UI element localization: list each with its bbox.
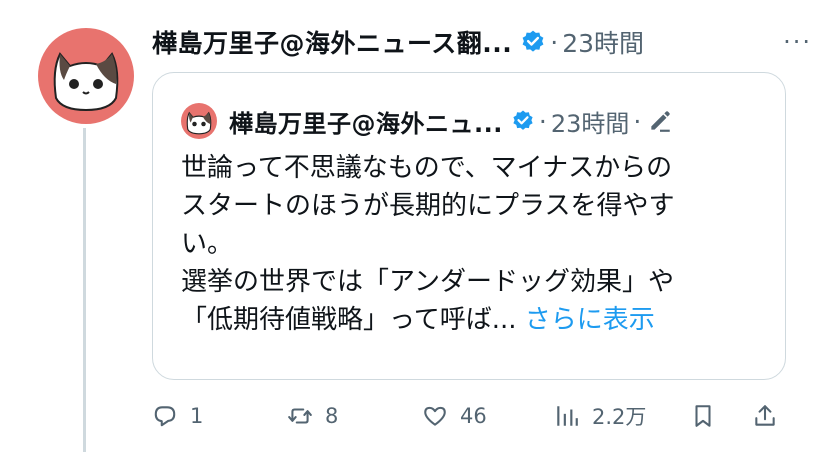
quoted-text-truncated: 「低期待値戦略」って呼ば... bbox=[181, 305, 517, 335]
quoted-author-name: 樺島万里子@海外ニュ... bbox=[229, 109, 503, 138]
share-icon bbox=[755, 405, 775, 426]
share-button[interactable] bbox=[752, 396, 778, 436]
repost-icon bbox=[288, 408, 312, 424]
verified-badge-icon bbox=[513, 110, 533, 130]
post-header: 樺島万里子@海外ニュース翻... · 23時間 ··· bbox=[152, 22, 818, 62]
edit-pencil-icon bbox=[651, 111, 671, 132]
separator-dot: · bbox=[633, 106, 642, 136]
post-time[interactable]: 23時間 bbox=[562, 24, 644, 60]
separator-dot: · bbox=[550, 27, 559, 57]
action-bar: 1 8 46 2.2万 bbox=[152, 396, 792, 436]
reply-count: 1 bbox=[190, 404, 204, 428]
thread-line bbox=[83, 128, 86, 452]
views-icon bbox=[557, 406, 578, 426]
quoted-post-text: 世論って不思議なもので、マイナスからの スタートのほうが長期的にプラスを得やす … bbox=[181, 149, 771, 339]
repost-button[interactable]: 8 bbox=[287, 396, 338, 436]
bookmark-button[interactable] bbox=[690, 396, 716, 436]
views-button[interactable]: 2.2万 bbox=[554, 396, 646, 436]
bookmark-icon bbox=[695, 405, 711, 427]
like-count: 46 bbox=[460, 404, 487, 428]
show-more-link[interactable]: さらに表示 bbox=[525, 305, 655, 335]
author-name[interactable]: 樺島万里子@海外ニュース翻... bbox=[152, 24, 512, 60]
quoted-text-line: スタートのほうが長期的にプラスを得やす bbox=[181, 191, 675, 221]
author-avatar[interactable] bbox=[38, 28, 134, 124]
quoted-post[interactable]: 樺島万里子@海外ニュ... · 23時間 · 世論って不思議なもので、マイナスか… bbox=[152, 72, 786, 380]
cat-avatar-icon bbox=[53, 52, 119, 112]
quoted-text-line: い。 bbox=[181, 229, 234, 259]
quoted-text-last-line: 「低期待値戦略」って呼ば... さらに表示 bbox=[181, 301, 771, 339]
quoted-author-avatar bbox=[181, 103, 217, 139]
verified-badge-icon bbox=[522, 30, 544, 52]
cat-avatar-icon bbox=[186, 111, 212, 135]
more-options-button[interactable]: ··· bbox=[783, 28, 812, 56]
like-button[interactable]: 46 bbox=[422, 396, 487, 436]
quoted-text-line: 選挙の世界では「アンダードッグ効果」や bbox=[181, 267, 674, 297]
views-count: 2.2万 bbox=[592, 405, 647, 429]
quoted-text-line: 世論って不思議なもので、マイナスからの bbox=[181, 153, 673, 183]
reply-icon bbox=[154, 406, 176, 427]
quoted-post-header: 樺島万里子@海外ニュ... · 23時間 · bbox=[181, 103, 673, 139]
reply-button[interactable]: 1 bbox=[152, 396, 203, 436]
quoted-post-time: 23時間 bbox=[550, 109, 630, 138]
heart-icon bbox=[424, 406, 446, 426]
separator-dot: · bbox=[538, 106, 547, 136]
repost-count: 8 bbox=[325, 404, 339, 428]
